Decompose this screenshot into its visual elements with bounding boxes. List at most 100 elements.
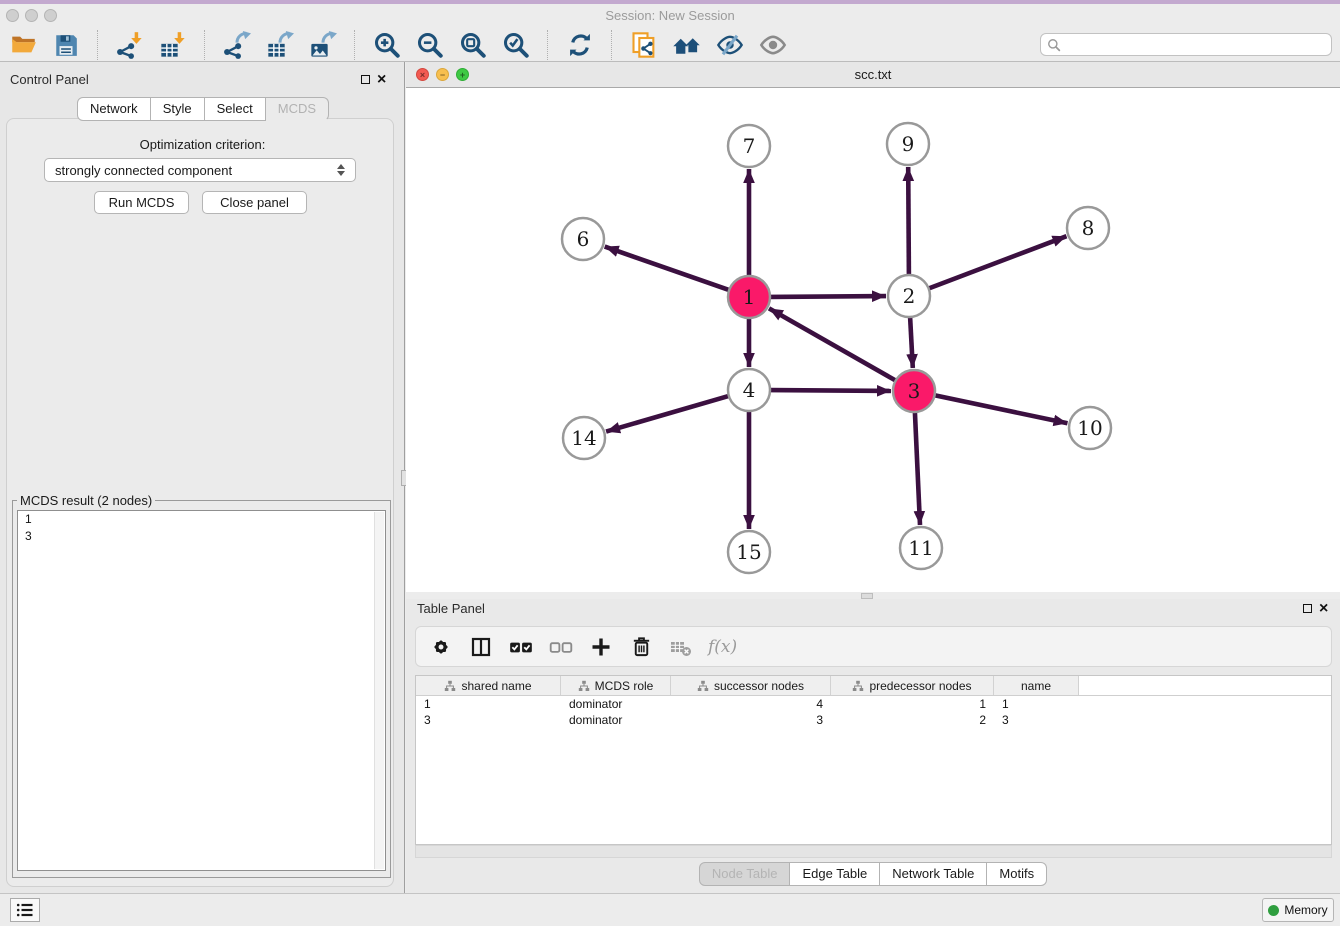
import-network-button[interactable] <box>115 30 145 60</box>
column-header-shared-name[interactable]: shared name <box>416 676 561 695</box>
edge-1-6[interactable] <box>605 247 730 291</box>
zoom-out-button[interactable] <box>415 30 445 60</box>
go-home-button[interactable] <box>672 30 702 60</box>
eye-slash-icon <box>716 31 744 59</box>
function-builder-button[interactable]: f(x) <box>708 634 737 660</box>
save-session-button[interactable] <box>51 30 81 60</box>
node-7[interactable]: 7 <box>728 125 770 167</box>
node-8[interactable]: 8 <box>1067 207 1109 249</box>
table-cell[interactable]: 2 <box>831 712 994 728</box>
table-cell[interactable]: 4 <box>671 696 831 712</box>
table-cell[interactable]: dominator <box>561 696 671 712</box>
memory-button[interactable]: Memory <box>1262 898 1334 922</box>
node-table[interactable]: shared nameMCDS rolesuccessor nodesprede… <box>415 675 1332 845</box>
search-field[interactable] <box>1040 33 1332 56</box>
table-cell[interactable]: 3 <box>671 712 831 728</box>
table-cell[interactable]: dominator <box>561 712 671 728</box>
delete-table-button[interactable] <box>668 634 694 660</box>
node-10[interactable]: 10 <box>1069 407 1111 449</box>
table-horizontal-scrollbar[interactable] <box>415 845 1332 858</box>
node-2[interactable]: 2 <box>888 275 930 317</box>
node-3[interactable]: 3 <box>893 370 935 412</box>
select-all-columns-button[interactable] <box>508 634 534 660</box>
show-graphics-details-button[interactable] <box>758 30 788 60</box>
column-header-name[interactable]: name <box>994 676 1079 695</box>
memory-status-icon <box>1268 905 1279 916</box>
horizontal-splitter[interactable] <box>406 592 1340 599</box>
deselect-all-columns-button[interactable] <box>548 634 574 660</box>
column-header-MCDS-role[interactable]: MCDS role <box>561 676 671 695</box>
edge-3-11[interactable] <box>915 412 920 525</box>
open-session-button[interactable] <box>8 30 38 60</box>
show-columns-button[interactable] <box>468 634 494 660</box>
create-column-button[interactable] <box>588 634 614 660</box>
tab-network[interactable]: Network <box>77 97 151 121</box>
edge-2-3[interactable] <box>910 317 913 368</box>
node-1[interactable]: 1 <box>728 276 770 318</box>
table-cell[interactable]: 3 <box>416 712 561 728</box>
hide-graphics-details-button[interactable] <box>715 30 745 60</box>
zoom-fit-button[interactable] <box>458 30 488 60</box>
column-header-successor-nodes[interactable]: successor nodes <box>671 676 831 695</box>
control-panel: Control Panel × NetworkStyleSelectMCDS O… <box>0 62 405 893</box>
tab-edge-table[interactable]: Edge Table <box>790 862 880 886</box>
run-mcds-button[interactable]: Run MCDS <box>94 191 189 214</box>
svg-text:4: 4 <box>743 378 756 402</box>
table-row[interactable]: 3dominator323 <box>416 712 1331 728</box>
node-15[interactable]: 15 <box>728 531 770 573</box>
import-table-button[interactable] <box>158 30 188 60</box>
edge-3-1[interactable] <box>769 308 896 380</box>
delete-columns-button[interactable] <box>628 634 654 660</box>
select-stepper-icon <box>337 164 345 176</box>
table-panel-title: Table Panel <box>417 601 485 616</box>
network-window-title: scc.txt <box>406 67 1340 82</box>
network-from-selection-button[interactable] <box>629 30 659 60</box>
node-9[interactable]: 9 <box>887 123 929 165</box>
edge-2-9[interactable] <box>908 167 909 275</box>
search-input[interactable] <box>1065 37 1325 53</box>
node-4[interactable]: 4 <box>728 369 770 411</box>
table-tabs: Node TableEdge TableNetwork TableMotifs <box>406 862 1340 886</box>
show-task-history-button[interactable] <box>10 898 40 922</box>
tab-mcds[interactable]: MCDS <box>266 97 329 121</box>
close-panel-button[interactable]: Close panel <box>202 191 307 214</box>
table-cell[interactable]: 1 <box>994 696 1079 712</box>
float-table-panel-icon[interactable] <box>1303 604 1312 613</box>
close-panel-icon[interactable]: × <box>377 75 386 85</box>
edge-3-10[interactable] <box>935 395 1068 423</box>
table-cell[interactable]: 1 <box>416 696 561 712</box>
tab-select[interactable]: Select <box>205 97 266 121</box>
tab-style[interactable]: Style <box>151 97 205 121</box>
edge-1-2[interactable] <box>770 296 886 297</box>
table-cell[interactable]: 3 <box>994 712 1079 728</box>
zoom-in-button[interactable] <box>372 30 402 60</box>
deselect-all-icon <box>548 634 574 660</box>
edge-4-14[interactable] <box>606 396 729 432</box>
column-header-predecessor-nodes[interactable]: predecessor nodes <box>831 676 994 695</box>
svg-text:1: 1 <box>743 285 756 309</box>
criterion-select[interactable]: strongly connected component <box>44 158 356 182</box>
export-image-button[interactable] <box>308 30 338 60</box>
result-scrollbar[interactable] <box>374 512 384 869</box>
table-row[interactable]: 1dominator411 <box>416 696 1331 712</box>
table-options-button[interactable] <box>428 634 454 660</box>
edge-4-3[interactable] <box>770 390 891 391</box>
float-panel-icon[interactable] <box>361 75 370 84</box>
column-header-filler <box>1079 676 1331 695</box>
home-icon <box>672 30 702 60</box>
node-6[interactable]: 6 <box>562 218 604 260</box>
node-11[interactable]: 11 <box>900 527 942 569</box>
zoom-selected-button[interactable] <box>501 30 531 60</box>
apply-layout-button[interactable] <box>565 30 595 60</box>
tab-network-table[interactable]: Network Table <box>880 862 987 886</box>
mcds-result-textarea[interactable]: 13 <box>17 510 386 871</box>
table-cell[interactable]: 1 <box>831 696 994 712</box>
export-table-button[interactable] <box>265 30 295 60</box>
close-table-panel-icon[interactable]: × <box>1319 604 1328 614</box>
tab-node-table[interactable]: Node Table <box>699 862 791 886</box>
export-network-button[interactable] <box>222 30 252 60</box>
network-canvas[interactable]: 7 9 6 8 1 2 4 3 14 10 15 11 <box>406 88 1340 592</box>
node-14[interactable]: 14 <box>563 417 605 459</box>
edge-2-8[interactable] <box>929 236 1067 288</box>
tab-motifs[interactable]: Motifs <box>987 862 1047 886</box>
